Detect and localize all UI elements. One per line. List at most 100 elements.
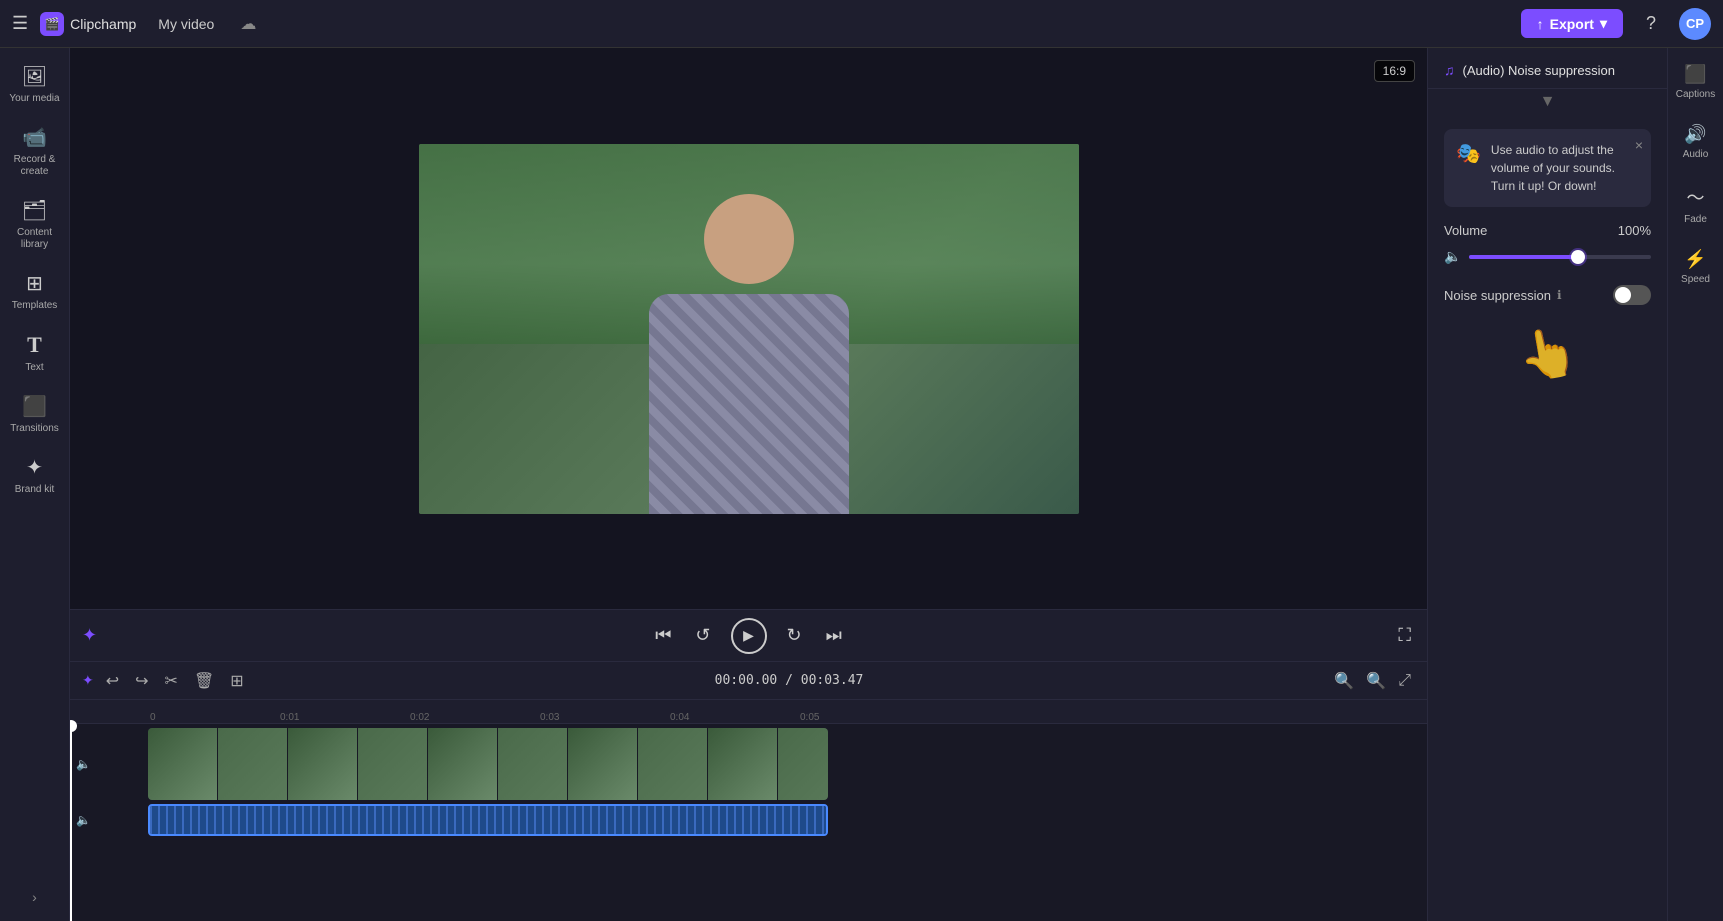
rewind-button[interactable]: ↺ (691, 621, 714, 650)
text-icon: T (27, 332, 42, 358)
playhead[interactable] (70, 724, 72, 921)
aspect-ratio-badge[interactable]: 16:9 (1374, 60, 1415, 82)
volume-row: Volume 100% (1444, 223, 1651, 238)
audio-track[interactable] (148, 804, 828, 836)
skip-back-button[interactable]: ⏮ (651, 621, 675, 650)
person-body-checkered (649, 294, 849, 514)
tab-audio[interactable]: 🔊 Audio (1672, 116, 1720, 168)
right-audio-panel: ♫ (Audio) Noise suppression ▼ 🎭 Use audi… (1427, 48, 1667, 921)
video-frame (419, 144, 1079, 514)
content-library-icon: 🗂 (22, 198, 47, 223)
thumb-segment-8 (638, 728, 708, 800)
sidebar-item-content-library[interactable]: 🗂 Contentlibrary (3, 190, 67, 259)
preview-area: 16:9 (70, 48, 1427, 609)
tab-speed[interactable]: ⚡ Speed (1672, 241, 1720, 293)
redo-button[interactable]: ↪ (131, 669, 152, 693)
speaker-low-icon: 🔈 (1444, 248, 1461, 265)
export-button[interactable]: ↑ Export ▾ (1521, 9, 1623, 38)
your-media-icon: 🖼 (22, 64, 47, 89)
delete-button[interactable]: 🗑 (190, 669, 218, 693)
person-figure (609, 174, 889, 514)
app-logo: 🎬 Clipchamp (40, 12, 136, 36)
left-sidebar: 🖼 Your media 📹 Record &create 🗂 Contentl… (0, 48, 70, 921)
user-avatar[interactable]: CP (1679, 8, 1711, 40)
fast-forward-button[interactable]: ↻ (783, 621, 806, 650)
main-area: 🖼 Your media 📹 Record &create 🗂 Contentl… (0, 48, 1723, 921)
sidebar-item-transitions[interactable]: ⬛ Transitions (3, 386, 67, 443)
timeline-magic-icon: ✦ (82, 672, 94, 689)
noise-suppression-toggle[interactable] (1613, 285, 1651, 305)
video-placeholder (419, 144, 1079, 514)
volume-slider-fill (1469, 255, 1578, 259)
volume-value: 100% (1618, 223, 1651, 238)
sidebar-item-brand-kit[interactable]: ✦ Brand kit (3, 447, 67, 504)
right-panel-header: ♫ (Audio) Noise suppression (1428, 48, 1667, 89)
zoom-out-button[interactable]: 🔍 (1330, 669, 1358, 693)
timeline-zoom-controls: 🔍 🔍 ⤢ (1330, 669, 1415, 693)
ruler-mark-0: 0 (150, 712, 156, 723)
noise-info-icon[interactable]: ℹ (1557, 288, 1562, 302)
project-name[interactable]: My video (148, 12, 224, 36)
video-track[interactable] (148, 728, 828, 800)
sidebar-item-label: Your media (9, 93, 59, 105)
fit-button[interactable]: ⤢ (1394, 669, 1415, 693)
zoom-in-button[interactable]: 🔍 (1362, 669, 1390, 693)
noise-suppression-label: Noise suppression (1444, 288, 1551, 303)
captions-label: Captions (1676, 89, 1715, 100)
sidebar-item-record-create[interactable]: 📹 Record &create (3, 117, 67, 186)
sidebar-item-label: Brand kit (15, 484, 54, 496)
skip-forward-button[interactable]: ⏭ (822, 621, 846, 650)
panel-collapse-button[interactable]: ▼ (1428, 89, 1667, 115)
tip-text: Use audio to adjust the volume of your s… (1491, 141, 1639, 195)
video-track-row: 🔈 (148, 728, 1427, 800)
audio-volume-icon: 🔈 (76, 813, 91, 827)
ruler-mark-5min: 0:05 (800, 712, 819, 723)
person-head (704, 194, 794, 284)
volume-slider-row: 🔈 (1444, 248, 1651, 265)
thumb-segment-10 (778, 728, 828, 800)
hand-cursor-icon: 👆 (1513, 320, 1582, 387)
timeline-time-display: 00:00.00 / 00:03.47 (256, 673, 1323, 688)
fullscreen-button[interactable]: ⛶ (1394, 621, 1415, 650)
sidebar-item-text[interactable]: T Text (3, 324, 67, 382)
sidebar-item-label: Templates (12, 300, 58, 312)
sidebar-item-your-media[interactable]: 🖼 Your media (3, 56, 67, 113)
play-button[interactable]: ▶ (731, 618, 767, 654)
templates-icon: ⊞ (26, 271, 43, 296)
volume-slider[interactable] (1469, 255, 1651, 259)
tip-close-button[interactable]: × (1635, 137, 1643, 153)
thumb-segment-5 (428, 728, 498, 800)
toggle-thumb (1615, 287, 1631, 303)
music-icon: ♫ (1444, 62, 1455, 78)
fade-icon: 〜 (1687, 184, 1705, 210)
cut-button[interactable]: ✂ (161, 669, 182, 693)
sidebar-expand-button[interactable]: › (32, 889, 37, 905)
ctrl-right-group: ⛶ (1394, 621, 1415, 650)
thumb-segment-4 (358, 728, 428, 800)
cloud-save-icon: ☁ (240, 14, 256, 34)
volume-icon: 🔈 (76, 757, 91, 771)
save-button[interactable]: ⊞ (226, 669, 247, 693)
timeline-content: 🔈 (70, 724, 1427, 921)
tip-card: 🎭 Use audio to adjust the volume of your… (1444, 129, 1651, 207)
audio-label: Audio (1683, 149, 1709, 160)
help-button[interactable]: ? (1635, 8, 1667, 40)
noise-label-group: Noise suppression ℹ (1444, 288, 1562, 303)
sidebar-item-templates[interactable]: ⊞ Templates (3, 263, 67, 320)
tab-captions[interactable]: ⬛ Captions (1672, 56, 1720, 108)
ruler-mark-3min: 0:03 (540, 712, 559, 723)
menu-icon[interactable]: ☰ (12, 13, 28, 34)
captions-icon: ⬛ (1684, 64, 1706, 85)
tab-fade[interactable]: 〜 Fade (1672, 176, 1720, 233)
thumb-segment-9 (708, 728, 778, 800)
volume-slider-thumb[interactable] (1571, 250, 1585, 264)
ruler-mark-1min: 0:01 (280, 712, 299, 723)
magic-wand-icon[interactable]: ✦ (82, 625, 97, 646)
ruler-mark-2min: 0:02 (410, 712, 429, 723)
playback-controls: ✦ ⏮ ↺ ▶ ↻ ⏭ ⛶ (70, 609, 1427, 661)
export-chevron-icon: ▾ (1600, 15, 1607, 32)
brand-kit-icon: ✦ (26, 455, 43, 480)
sidebar-item-label: Contentlibrary (17, 227, 52, 251)
undo-button[interactable]: ↩ (102, 669, 123, 693)
fade-label: Fade (1684, 214, 1707, 225)
